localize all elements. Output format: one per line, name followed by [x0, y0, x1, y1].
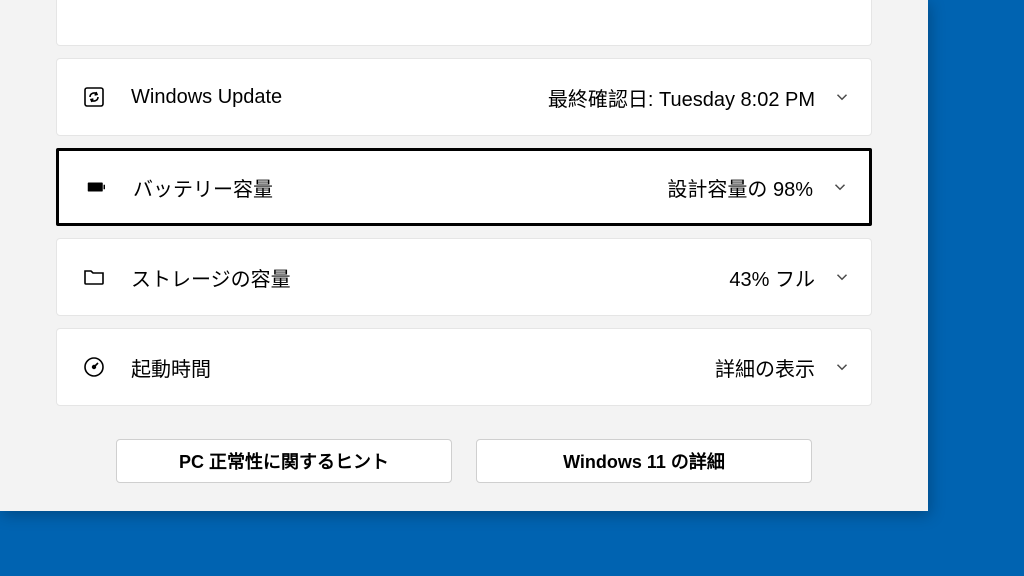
row-value: 詳細の表示 — [715, 353, 815, 382]
chevron-down-icon — [833, 88, 851, 106]
row-label: 起動時間 — [131, 353, 715, 382]
footer-actions: PC 正常性に関するヒント Windows 11 の詳細 — [0, 439, 928, 483]
pc-health-window: Windows Update 最終確認日: Tuesday 8:02 PM バッ… — [0, 0, 928, 511]
row-startup-time[interactable]: 起動時間 詳細の表示 — [56, 328, 872, 406]
pc-health-tips-button[interactable]: PC 正常性に関するヒント — [116, 439, 452, 483]
row-label: バッテリー容量 — [133, 173, 667, 202]
chevron-down-icon — [833, 268, 851, 286]
row-label: Windows Update — [131, 86, 548, 109]
chevron-down-icon — [831, 178, 849, 196]
row-windows-update[interactable]: Windows Update 最終確認日: Tuesday 8:02 PM — [56, 58, 872, 136]
row-value: 最終確認日: Tuesday 8:02 PM — [548, 83, 815, 112]
content-area: Windows Update 最終確認日: Tuesday 8:02 PM バッ… — [0, 0, 928, 406]
gauge-icon — [81, 354, 107, 380]
row-value: 43% フル — [729, 263, 815, 292]
row-partial-top[interactable] — [56, 0, 872, 46]
battery-icon — [83, 174, 109, 200]
windows-11-details-button[interactable]: Windows 11 の詳細 — [476, 439, 812, 483]
folder-icon — [81, 264, 107, 290]
row-storage-capacity[interactable]: ストレージの容量 43% フル — [56, 238, 872, 316]
chevron-down-icon — [833, 358, 851, 376]
row-battery-capacity[interactable]: バッテリー容量 設計容量の 98% — [56, 148, 872, 226]
row-label: ストレージの容量 — [131, 263, 729, 292]
row-value: 設計容量の 98% — [667, 173, 813, 202]
update-icon — [81, 84, 107, 110]
